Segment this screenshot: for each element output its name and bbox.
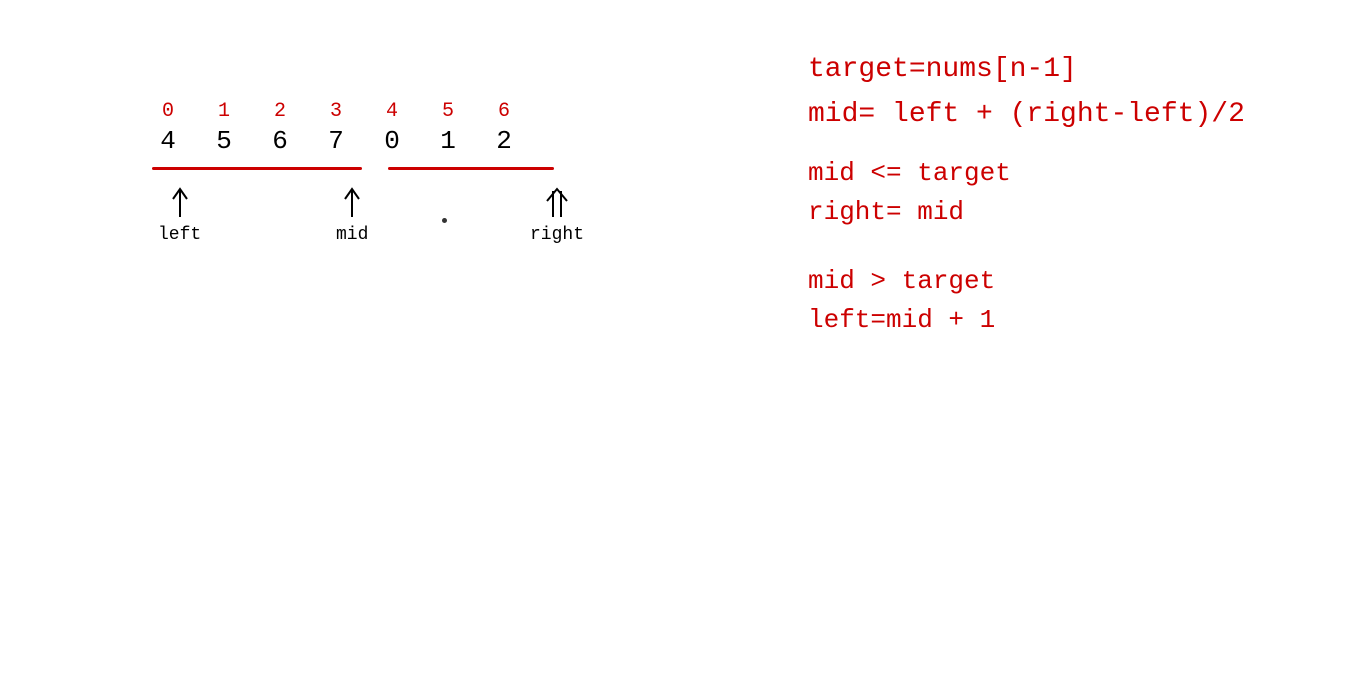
array-cell-3: 3 7 — [308, 100, 364, 157]
index-4: 4 — [386, 100, 398, 124]
array-cell-0: 0 4 — [140, 100, 196, 157]
index-6: 6 — [498, 100, 510, 124]
condition-2b: left=mid + 1 — [808, 301, 1328, 340]
condition-1a: mid <= target — [808, 154, 1328, 193]
mid-arrow-icon — [340, 185, 364, 223]
value-2: 6 — [272, 126, 288, 157]
value-1: 5 — [216, 126, 232, 157]
condition-block-1: mid <= target right= mid — [808, 154, 1328, 232]
array-cell-6: 6 2 — [476, 100, 532, 157]
mid-label: mid — [336, 225, 368, 245]
left-arrow-icon — [168, 185, 192, 223]
index-0: 0 — [162, 100, 174, 124]
condition-2a: mid > target — [808, 262, 1328, 301]
diagram-area: 0 4 1 5 2 6 3 7 4 0 5 1 — [140, 100, 660, 265]
array-cell-5: 5 1 — [420, 100, 476, 157]
value-4: 0 — [384, 126, 400, 157]
index-5: 5 — [442, 100, 454, 124]
array-cell-1: 1 5 — [196, 100, 252, 157]
main-container: 0 4 1 5 2 6 3 7 4 0 5 1 — [0, 0, 1358, 698]
index-1: 1 — [218, 100, 230, 124]
formula-target: target=nums[n-1] — [808, 50, 1328, 89]
left-label: left — [158, 225, 201, 245]
right-label: right — [530, 225, 584, 245]
value-3: 7 — [328, 126, 344, 157]
array-cell-4: 4 0 — [364, 100, 420, 157]
value-0: 4 — [160, 126, 176, 157]
right-arrow-item: right — [530, 185, 584, 245]
right-arrow-icon — [543, 185, 571, 223]
array-cell-2: 2 6 — [252, 100, 308, 157]
left-arrow-item: left — [158, 185, 201, 245]
array-row: 0 4 1 5 2 6 3 7 4 0 5 1 — [140, 100, 660, 157]
underline-left — [152, 167, 362, 170]
mid-arrow-item: mid — [336, 185, 368, 245]
underline-right — [388, 167, 554, 170]
index-2: 2 — [274, 100, 286, 124]
value-6: 2 — [496, 126, 512, 157]
condition-1b: right= mid — [808, 193, 1328, 232]
underlines-container — [140, 163, 660, 175]
formula-mid: mid= left + (right-left)/2 — [808, 95, 1328, 134]
value-5: 1 — [440, 126, 456, 157]
condition-block-2: mid > target left=mid + 1 — [808, 262, 1328, 340]
arrows-row: left mid right — [140, 185, 660, 265]
right-panel: target=nums[n-1] mid= left + (right-left… — [808, 50, 1328, 340]
index-3: 3 — [330, 100, 342, 124]
